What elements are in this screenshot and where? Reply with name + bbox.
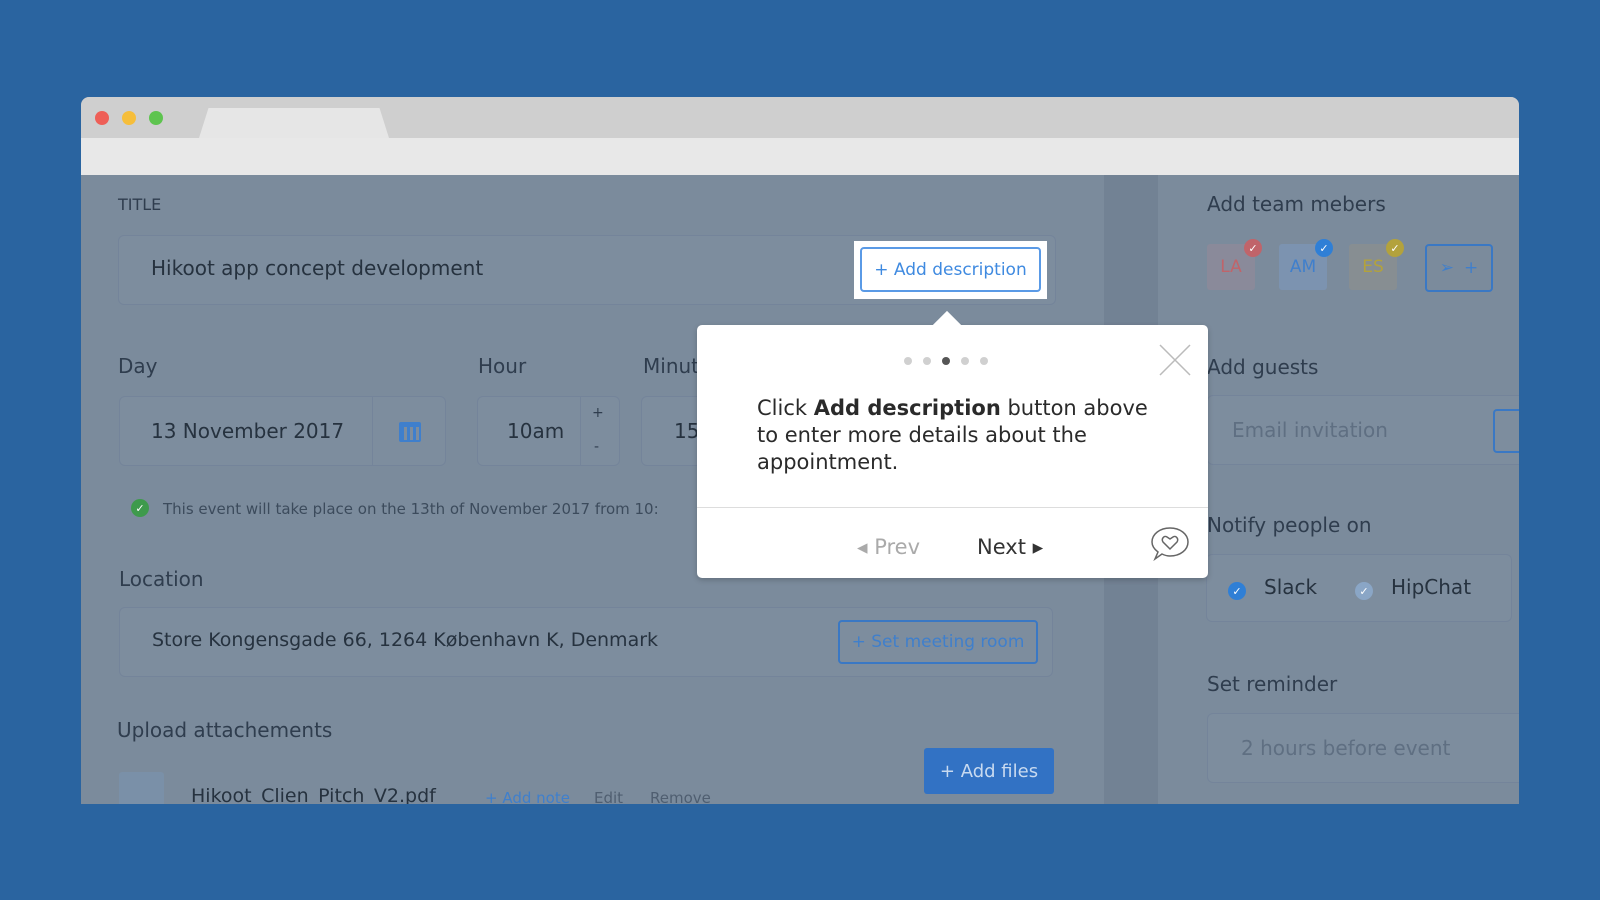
slack-checkbox[interactable]: ✓ bbox=[1228, 582, 1246, 600]
plus-icon: + bbox=[1464, 258, 1479, 278]
send-icon: ➢ bbox=[1439, 258, 1454, 278]
day-input[interactable]: 13 November 2017 bbox=[119, 396, 446, 466]
reminder-select[interactable]: 2 hours before event bbox=[1207, 713, 1519, 783]
minute-value: 15 bbox=[674, 419, 700, 443]
minute-label: Minut bbox=[643, 354, 700, 378]
check-icon: ✓ bbox=[1244, 239, 1262, 257]
step-dot[interactable] bbox=[961, 357, 969, 365]
tour-message: Click Add description button above to en… bbox=[757, 396, 1148, 474]
hour-value: 10am bbox=[507, 419, 565, 443]
reminder-value: 2 hours before event bbox=[1241, 736, 1451, 760]
next-button[interactable]: Next ▸ bbox=[977, 535, 1043, 559]
check-icon: ✓ bbox=[1315, 239, 1333, 257]
location-value: Store Kongensgade 66, 1264 København K, … bbox=[152, 629, 659, 651]
close-icon[interactable] bbox=[1158, 343, 1192, 377]
browser-tab[interactable] bbox=[199, 108, 389, 138]
step-dot[interactable] bbox=[904, 357, 912, 365]
team-label: Add team mebers bbox=[1207, 192, 1386, 216]
member-initials: LA bbox=[1220, 257, 1242, 277]
event-info-text: This event will take place on the 13th o… bbox=[163, 500, 659, 518]
location-label: Location bbox=[119, 567, 204, 591]
address-bar[interactable] bbox=[81, 138, 1519, 175]
calendar-icon[interactable] bbox=[399, 422, 421, 442]
feedback-heart-icon[interactable] bbox=[1149, 525, 1191, 567]
hipchat-label: HipChat bbox=[1391, 575, 1472, 599]
step-dot[interactable] bbox=[923, 357, 931, 365]
member-initials: ES bbox=[1362, 257, 1384, 277]
maximize-window-button[interactable] bbox=[149, 111, 163, 125]
guests-label: Add guests bbox=[1207, 355, 1319, 379]
step-dot-active[interactable] bbox=[942, 357, 950, 365]
notify-options: ✓ Slack ✓ HipChat bbox=[1206, 554, 1512, 622]
check-icon: ✓ bbox=[1386, 239, 1404, 257]
add-files-button[interactable]: + Add files bbox=[924, 748, 1054, 794]
notify-label: Notify people on bbox=[1207, 513, 1372, 537]
day-value: 13 November 2017 bbox=[151, 419, 345, 443]
step-dot[interactable] bbox=[980, 357, 988, 365]
upload-label: Upload attachements bbox=[117, 718, 333, 742]
add-description-button[interactable]: + Add description bbox=[860, 247, 1041, 292]
success-check-icon: ✓ bbox=[131, 499, 149, 517]
reminder-label: Set reminder bbox=[1207, 672, 1338, 696]
remove-link[interactable]: Remove bbox=[650, 789, 711, 804]
invite-member-button[interactable]: ➢ + bbox=[1425, 244, 1493, 292]
title-value: Hikoot app concept development bbox=[151, 256, 484, 280]
file-icon bbox=[119, 772, 164, 804]
guest-email-input[interactable]: Email invitation bbox=[1207, 395, 1519, 465]
tab-bar bbox=[81, 97, 1519, 138]
member-initials: AM bbox=[1289, 257, 1317, 277]
hour-stepper[interactable]: 10am + - bbox=[477, 396, 620, 466]
add-note-link[interactable]: + Add note bbox=[485, 789, 570, 804]
hour-increment[interactable]: + bbox=[592, 405, 604, 421]
prev-button[interactable]: ◂ Prev bbox=[857, 535, 920, 559]
hour-label: Hour bbox=[478, 354, 527, 378]
minimize-window-button[interactable] bbox=[122, 111, 136, 125]
edit-link[interactable]: Edit bbox=[594, 789, 623, 804]
send-invitation-button[interactable] bbox=[1493, 409, 1519, 453]
day-label: Day bbox=[118, 354, 158, 378]
title-label: TITLE bbox=[118, 195, 162, 214]
guest-email-placeholder: Email invitation bbox=[1232, 418, 1388, 442]
tour-highlight: + Add description bbox=[854, 241, 1047, 299]
hipchat-checkbox[interactable]: ✓ bbox=[1355, 582, 1373, 600]
hour-decrement[interactable]: - bbox=[594, 439, 599, 455]
tour-popover: Click Add description button above to en… bbox=[697, 310, 1208, 578]
attachment-name[interactable]: Hikoot_Clien_Pitch_V2.pdf bbox=[191, 785, 436, 804]
slack-label: Slack bbox=[1264, 575, 1318, 599]
set-meeting-room-button[interactable]: + Set meeting room bbox=[838, 620, 1038, 664]
close-window-button[interactable] bbox=[95, 111, 109, 125]
